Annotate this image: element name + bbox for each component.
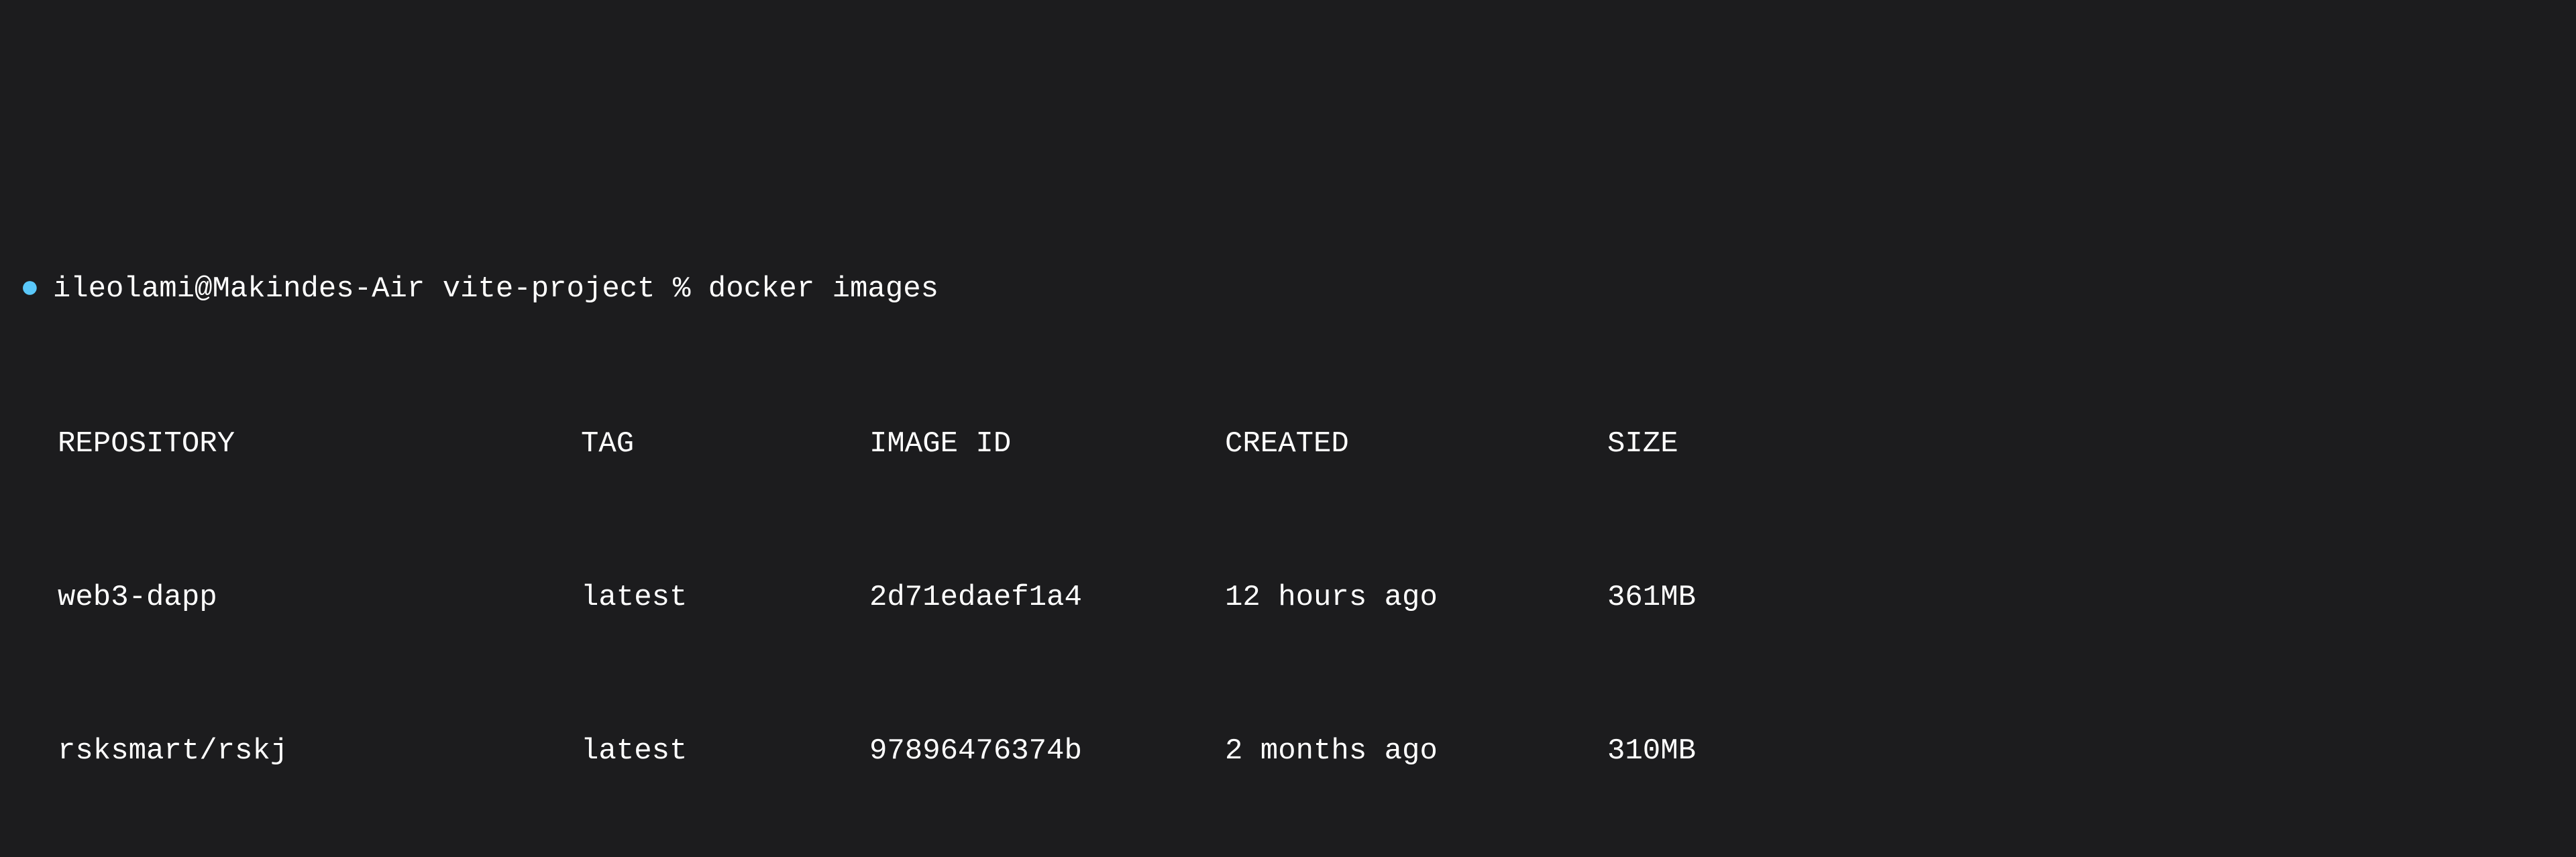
cell-repository: rsksmart/rskj (58, 732, 581, 770)
command-text: docker images (708, 272, 938, 306)
cell-created: 2 months ago (1225, 732, 1607, 770)
header-repository: REPOSITORY (58, 425, 581, 463)
table-row: rsksmart/rskj latest 97896476374b 2 mont… (58, 732, 2556, 770)
cell-size: 310MB (1607, 732, 2556, 770)
prompt-cwd: vite-project (443, 272, 655, 306)
terminal-output: ● ileolami@Makindes-Air vite-project % d… (20, 154, 2556, 857)
header-tag: TAG (581, 425, 869, 463)
prompt-separator: % (673, 272, 690, 306)
prompt-text: ileolami@Makindes-Air vite-project % doc… (53, 270, 938, 308)
cell-repository: web3-dapp (58, 579, 581, 617)
table-row: web3-dapp latest 2d71edaef1a4 12 hours a… (58, 579, 2556, 617)
header-image-id: IMAGE ID (869, 425, 1225, 463)
header-created: CREATED (1225, 425, 1607, 463)
prompt-line: ● ileolami@Makindes-Air vite-project % d… (20, 268, 2556, 310)
prompt-user: ileolami (53, 272, 195, 306)
prompt-host: Makindes-Air (212, 272, 425, 306)
prompt-bullet-icon: ● (20, 268, 40, 310)
cell-image-id: 97896476374b (869, 732, 1225, 770)
table-header-row: REPOSITORY TAG IMAGE ID CREATED SIZE (58, 425, 2556, 463)
cell-tag: latest (581, 579, 869, 617)
cell-size: 361MB (1607, 579, 2556, 617)
cell-image-id: 2d71edaef1a4 (869, 579, 1225, 617)
header-size: SIZE (1607, 425, 2556, 463)
cell-created: 12 hours ago (1225, 579, 1607, 617)
cell-tag: latest (581, 732, 869, 770)
